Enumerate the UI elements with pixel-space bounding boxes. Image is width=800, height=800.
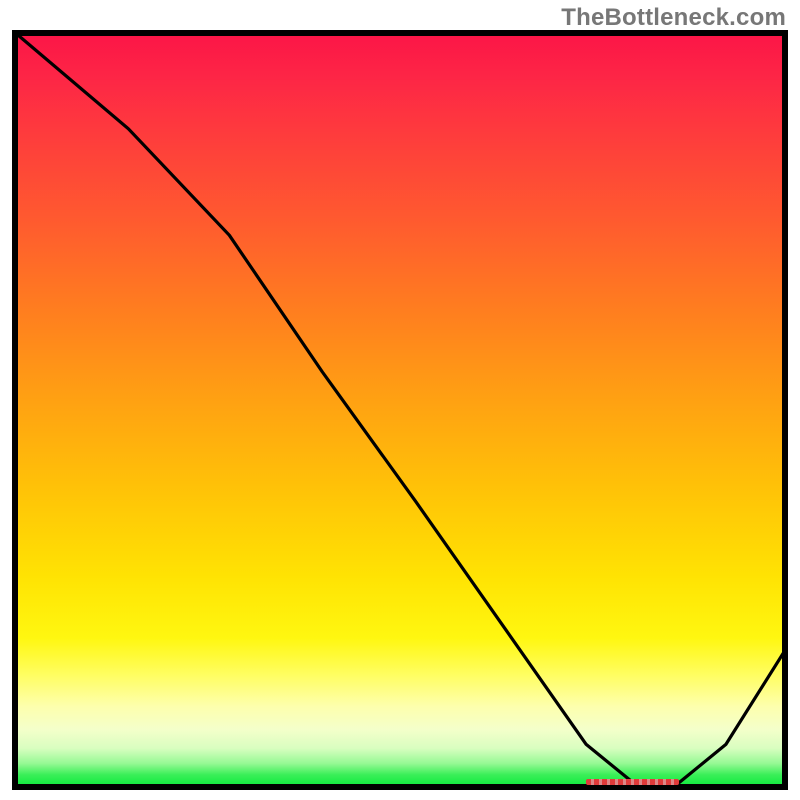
plot-frame — [12, 30, 788, 790]
watermark-text: TheBottleneck.com — [561, 4, 786, 32]
plot-area — [12, 30, 788, 790]
optimum-marker — [586, 779, 679, 785]
chart-container: TheBottleneck.com — [0, 0, 800, 800]
